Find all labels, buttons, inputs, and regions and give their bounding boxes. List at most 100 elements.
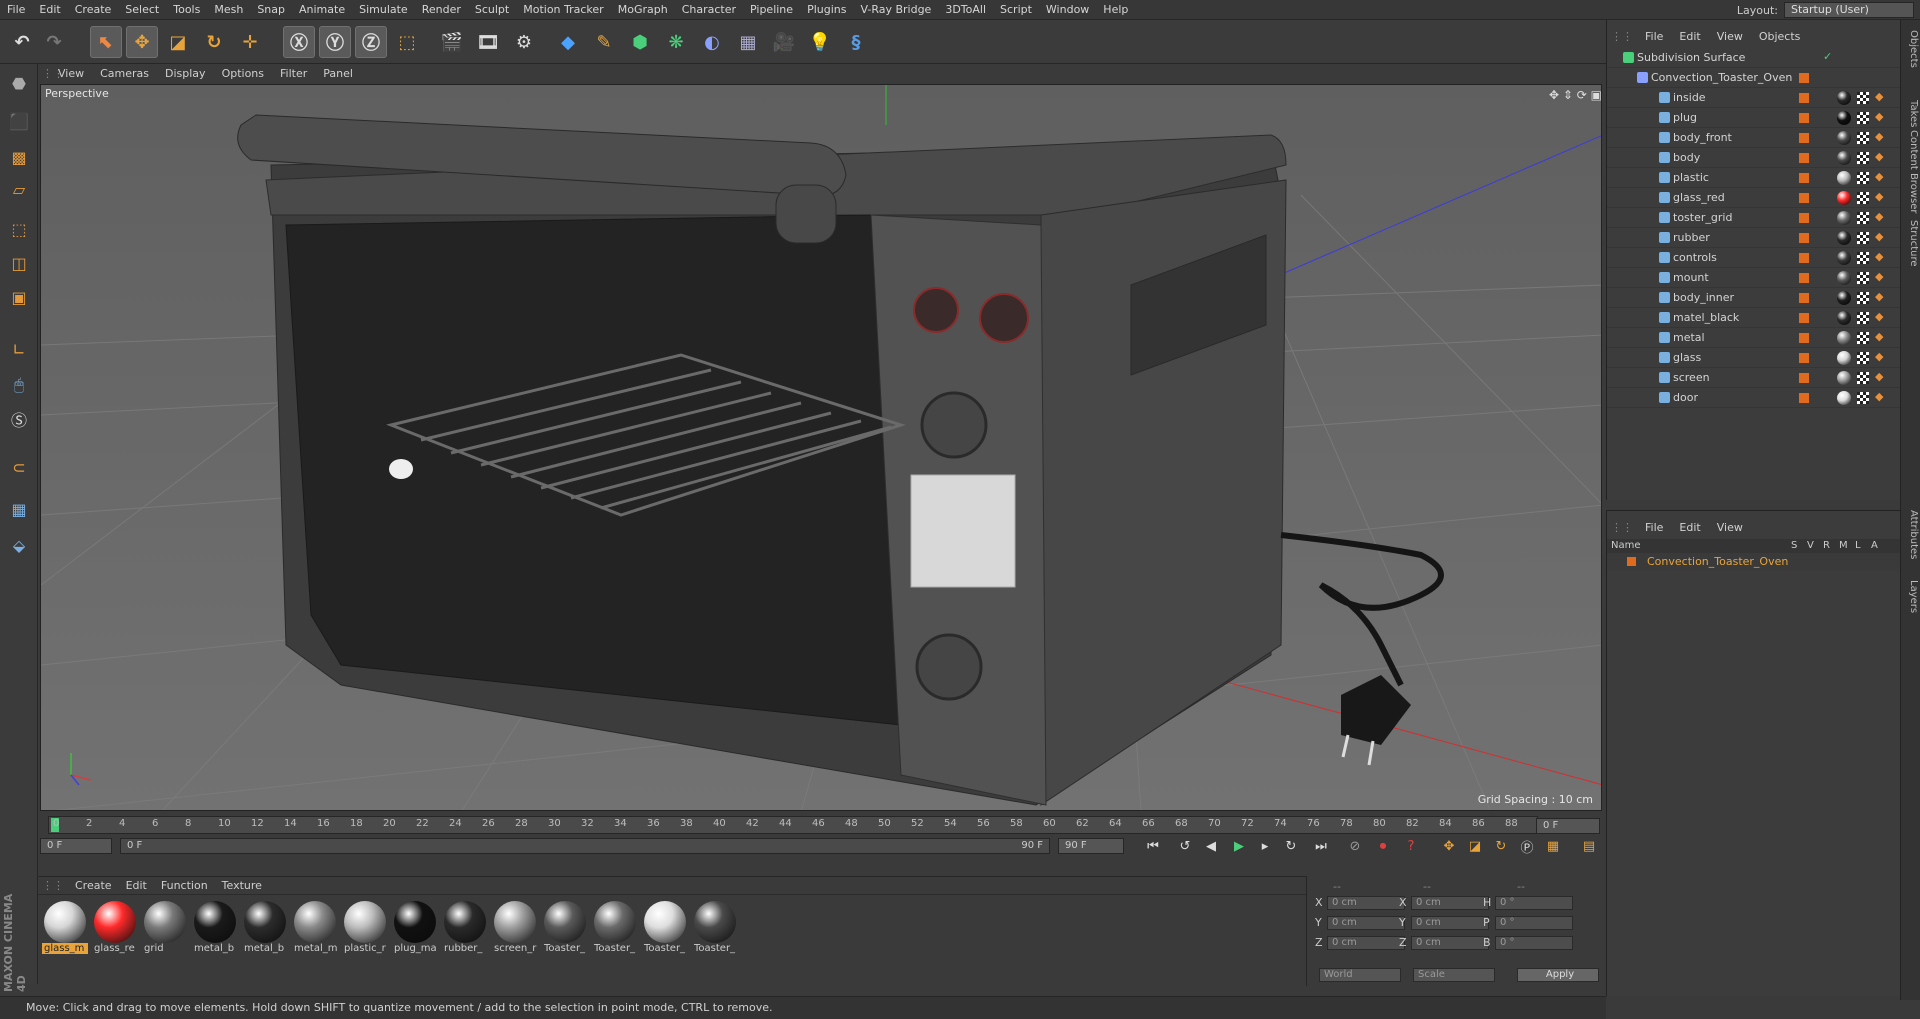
render-view-icon[interactable]: 🎬 — [436, 26, 468, 58]
object-row-child[interactable]: matel_black ◆ — [1607, 308, 1901, 328]
phong-tag-icon[interactable]: ◆ — [1875, 231, 1887, 243]
menu-character[interactable]: Character — [675, 3, 743, 16]
material-swatch[interactable]: grid — [142, 901, 188, 959]
material-tag-icon[interactable] — [1837, 211, 1851, 225]
select-tool-icon[interactable]: ⬉ — [90, 26, 122, 58]
material-swatch[interactable]: Toaster_ — [592, 901, 638, 959]
current-frame-field[interactable]: 0 F — [1536, 818, 1600, 834]
material-tag-icon[interactable] — [1837, 291, 1851, 305]
material-swatch[interactable]: plastic_r — [342, 901, 388, 959]
camera-icon[interactable]: 🎥 — [768, 26, 800, 58]
rotate-tool-icon[interactable]: ↻ — [198, 26, 230, 58]
phong-tag-icon[interactable]: ◆ — [1875, 171, 1887, 183]
material-menu-create[interactable]: Create — [68, 879, 119, 892]
side-tab-takes[interactable]: Takes — [1903, 100, 1919, 127]
cloner-icon[interactable]: ❋ — [660, 26, 692, 58]
phong-tag-icon[interactable]: ◆ — [1875, 211, 1887, 223]
keyframe-selection-icon[interactable]: ? — [1400, 836, 1422, 856]
object-row-child[interactable]: plastic ◆ — [1607, 168, 1901, 188]
object-row-child[interactable]: rubber ◆ — [1607, 228, 1901, 248]
material-swatch[interactable]: rubber_ — [442, 901, 488, 959]
side-tab-content-browser[interactable]: Content Browser — [1903, 130, 1919, 213]
menu-v-ray-bridge[interactable]: V-Ray Bridge — [853, 3, 938, 16]
floor-icon[interactable]: ▦ — [732, 26, 764, 58]
uvw-tag-icon[interactable] — [1857, 212, 1869, 224]
menu-plugins[interactable]: Plugins — [800, 3, 853, 16]
phong-tag-icon[interactable]: ◆ — [1875, 311, 1887, 323]
prev-frame-icon[interactable]: ◀ — [1200, 836, 1222, 856]
coord-field[interactable]: 0 cm — [1327, 896, 1405, 910]
menu-pipeline[interactable]: Pipeline — [743, 3, 800, 16]
phong-tag-icon[interactable]: ◆ — [1875, 351, 1887, 363]
undo-icon[interactable]: ↶ — [6, 26, 38, 58]
phong-tag-icon[interactable]: ◆ — [1875, 371, 1887, 383]
y-axis-lock-icon[interactable]: Ⓨ — [319, 26, 351, 58]
menu-simulate[interactable]: Simulate — [352, 3, 415, 16]
uvw-tag-icon[interactable] — [1857, 372, 1869, 384]
move-tool-icon[interactable]: ✥ — [126, 26, 158, 58]
material-tag-icon[interactable] — [1837, 311, 1851, 325]
frame-range-slider[interactable]: 0 F 90 F — [120, 838, 1050, 854]
key-position-icon[interactable]: ✥ — [1438, 836, 1460, 856]
object-row-child[interactable]: controls ◆ — [1607, 248, 1901, 268]
render-picture-viewer-icon[interactable]: 🎞 — [472, 26, 504, 58]
start-frame-field[interactable]: 0 F — [40, 838, 112, 854]
side-tab-layers[interactable]: Layers — [1903, 580, 1919, 613]
object-row-group[interactable]: Convection_Toaster_Oven — [1607, 68, 1901, 88]
polygons-mode-icon[interactable]: ▣ — [4, 282, 34, 312]
uvw-tag-icon[interactable] — [1857, 132, 1869, 144]
timeline-ruler[interactable]: 0 2 4 6 8 10 12 14 16 18 20 22 24 26 28 30 32 34 36 38 40 42 4… — [48, 816, 1551, 834]
planar-workplane-icon[interactable]: ⬙ — [4, 530, 34, 560]
material-tag-icon[interactable] — [1837, 111, 1851, 125]
snap-icon[interactable]: Ⓢ — [4, 404, 34, 434]
menu-window[interactable]: Window — [1039, 3, 1096, 16]
coord-field[interactable]: 0 ° — [1495, 916, 1573, 930]
material-swatch[interactable]: glass_m — [42, 901, 88, 959]
key-parameter-icon[interactable]: Ⓟ — [1516, 836, 1538, 856]
menu-mesh[interactable]: Mesh — [207, 3, 250, 16]
next-frame-icon[interactable]: ▸ — [1254, 836, 1276, 856]
object-row-child[interactable]: screen ◆ — [1607, 368, 1901, 388]
key-scale-icon[interactable]: ◪ — [1464, 836, 1486, 856]
workplane-icon[interactable]: ▱ — [4, 174, 34, 204]
object-row-child[interactable]: body_inner ◆ — [1607, 288, 1901, 308]
material-tag-icon[interactable] — [1837, 231, 1851, 245]
viewport-menu-view[interactable]: View — [50, 67, 92, 80]
pen-spline-icon[interactable]: ✎ — [588, 26, 620, 58]
object-row-child[interactable]: metal ◆ — [1607, 328, 1901, 348]
object-row-child[interactable]: glass ◆ — [1607, 348, 1901, 368]
perspective-viewport[interactable]: ✥ ⇕ ⟳ ▣ Perspective Grid Spacing : 10 cm — [40, 84, 1602, 811]
coord-field[interactable]: 0 cm — [1411, 896, 1489, 910]
material-tag-icon[interactable] — [1837, 351, 1851, 365]
material-swatch[interactable]: Toaster_ — [692, 901, 738, 959]
material-tag-icon[interactable] — [1837, 271, 1851, 285]
scale-tool-icon[interactable]: ◪ — [162, 26, 194, 58]
object-menu-view[interactable]: View — [1709, 30, 1751, 43]
phong-tag-icon[interactable]: ◆ — [1875, 291, 1887, 303]
object-row-child[interactable]: door ◆ — [1607, 388, 1901, 408]
make-editable-icon[interactable]: ⬣ — [4, 68, 34, 98]
menu-script[interactable]: Script — [993, 3, 1039, 16]
material-tag-icon[interactable] — [1837, 331, 1851, 345]
axis-mode-icon[interactable]: ∟ — [4, 334, 34, 364]
goto-start-icon[interactable]: ⏮ — [1142, 836, 1164, 856]
object-menu-edit[interactable]: Edit — [1671, 30, 1708, 43]
layout-select[interactable]: Startup (User) — [1784, 2, 1914, 18]
material-swatch[interactable]: metal_b — [192, 901, 238, 959]
side-tab-attributes[interactable]: Attributes — [1903, 510, 1919, 559]
space-select[interactable]: World — [1319, 968, 1401, 982]
object-row-child[interactable]: toster_grid ◆ — [1607, 208, 1901, 228]
object-row-child[interactable]: inside ◆ — [1607, 88, 1901, 108]
object-row-child[interactable]: mount ◆ — [1607, 268, 1901, 288]
uvw-tag-icon[interactable] — [1857, 192, 1869, 204]
menu-mograph[interactable]: MoGraph — [611, 3, 675, 16]
menu-create[interactable]: Create — [68, 3, 119, 16]
layer-menu-edit[interactable]: Edit — [1671, 521, 1708, 534]
object-row-child[interactable]: plug ◆ — [1607, 108, 1901, 128]
material-tag-icon[interactable] — [1837, 151, 1851, 165]
viewport-menu-cameras[interactable]: Cameras — [92, 67, 157, 80]
material-swatch[interactable]: plug_ma — [392, 901, 438, 959]
uvw-tag-icon[interactable] — [1857, 172, 1869, 184]
edges-mode-icon[interactable]: ◫ — [4, 248, 34, 278]
play-icon[interactable]: ▶ — [1228, 836, 1250, 856]
